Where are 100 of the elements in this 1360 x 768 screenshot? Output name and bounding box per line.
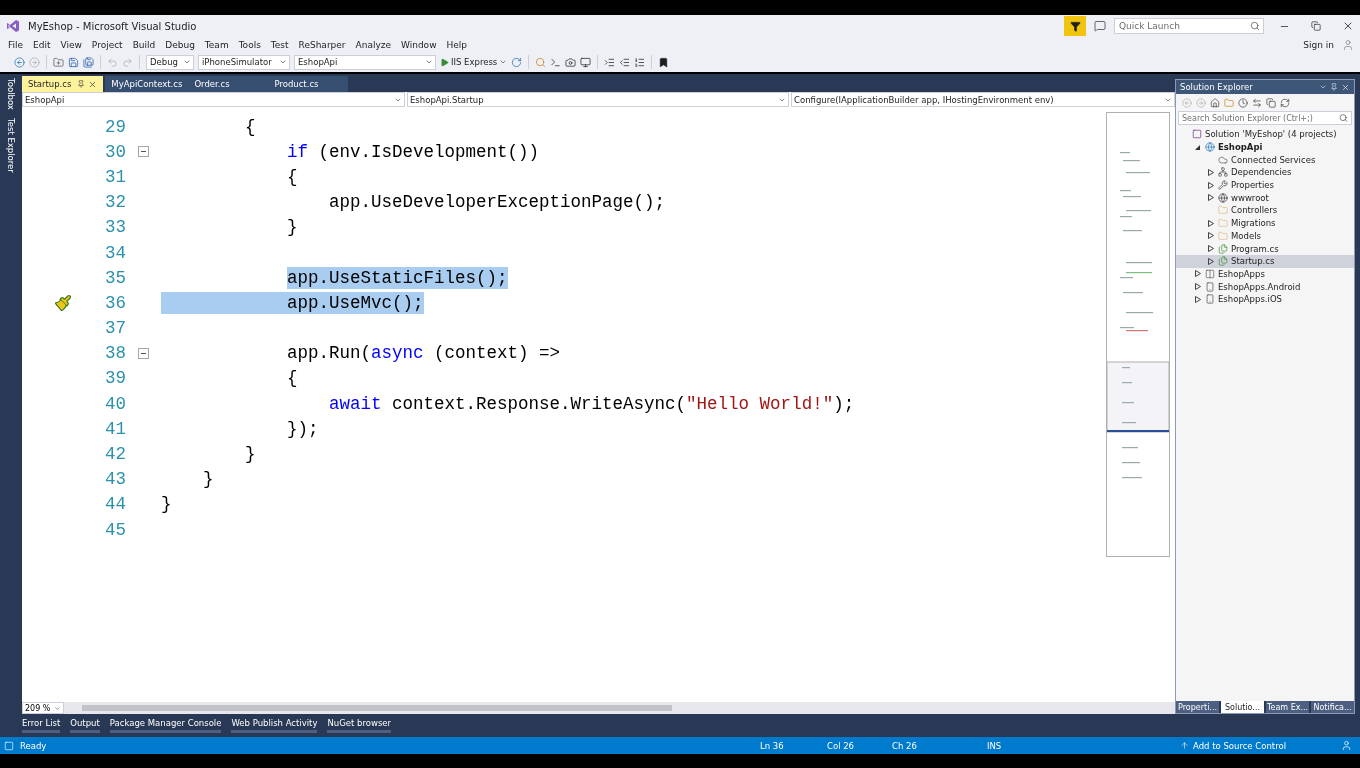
configuration-dropdown[interactable]: Debug bbox=[146, 54, 194, 70]
tree-item[interactable]: Properties bbox=[1176, 178, 1354, 192]
minimap-drawing[interactable] bbox=[1106, 112, 1170, 557]
panel-tab[interactable]: Properti... bbox=[1176, 701, 1219, 713]
document-tab[interactable]: Order.cs bbox=[188, 76, 269, 92]
outdent-icon[interactable] bbox=[619, 56, 631, 68]
search-field[interactable]: Search Solution Explorer (Ctrl+;) bbox=[1178, 111, 1352, 125]
user-icon[interactable] bbox=[1342, 38, 1354, 51]
panel-tab[interactable]: Solutio... bbox=[1221, 701, 1264, 713]
side-tab[interactable]: Test Explorer bbox=[6, 117, 16, 173]
menu-item[interactable]: Analyze bbox=[350, 39, 396, 50]
startup-project-dropdown[interactable]: EshopApi bbox=[294, 54, 436, 70]
tree-item[interactable]: Solution 'MyEshop' (4 projects) bbox=[1176, 128, 1354, 141]
pin-icon[interactable] bbox=[1330, 83, 1338, 91]
sign-in-link[interactable]: Sign in bbox=[1303, 39, 1334, 50]
user-icon[interactable] bbox=[1341, 740, 1352, 751]
close-icon[interactable] bbox=[1341, 82, 1350, 92]
clock-icon[interactable] bbox=[1238, 97, 1248, 108]
tool-window-tab[interactable]: Error List bbox=[22, 718, 61, 733]
restore-button[interactable] bbox=[1311, 21, 1321, 31]
list-icon[interactable] bbox=[634, 56, 646, 68]
caret-icon[interactable] bbox=[279, 58, 287, 66]
zoom-dropdown[interactable]: 209 % bbox=[22, 702, 64, 714]
menu-item[interactable]: File bbox=[3, 39, 29, 50]
new-project-icon[interactable] bbox=[53, 56, 64, 68]
caret-icon[interactable] bbox=[1319, 83, 1327, 91]
menu-item[interactable]: Test bbox=[265, 39, 294, 50]
tree-item[interactable]: Controllers bbox=[1176, 204, 1354, 217]
tree-item[interactable]: Connected Services bbox=[1176, 153, 1354, 167]
copy-icon[interactable] bbox=[1266, 97, 1276, 108]
run-button[interactable]: IIS Express bbox=[440, 57, 508, 67]
menu-item[interactable]: Help bbox=[441, 39, 473, 50]
expanded-arrow-icon[interactable] bbox=[1194, 143, 1201, 151]
bookmark-icon[interactable] bbox=[658, 56, 670, 68]
document-tab[interactable]: Startup.cs bbox=[22, 76, 104, 92]
tree-item[interactable]: Models bbox=[1176, 229, 1354, 243]
caret-icon[interactable] bbox=[54, 704, 61, 712]
pin-icon[interactable] bbox=[77, 80, 86, 88]
menu-item[interactable]: Debug bbox=[160, 39, 200, 50]
tool-window-tab[interactable]: NuGet browser bbox=[327, 718, 392, 733]
close-button[interactable] bbox=[1342, 20, 1354, 32]
tree-item[interactable]: Startup.cs bbox=[1176, 254, 1354, 268]
refresh-icon[interactable] bbox=[1280, 97, 1290, 108]
paintbrush-icon[interactable] bbox=[54, 293, 72, 312]
document-tab[interactable]: MyApiContext.cs bbox=[105, 76, 189, 92]
menu-item[interactable]: Team bbox=[199, 39, 234, 50]
terminal-icon[interactable] bbox=[550, 56, 562, 68]
platform-dropdown[interactable]: iPhoneSimulator bbox=[198, 54, 290, 70]
document-tab[interactable]: Product.cs bbox=[268, 76, 349, 92]
menu-item[interactable]: Tools bbox=[233, 39, 266, 50]
back-icon[interactable] bbox=[14, 56, 25, 68]
play-icon[interactable] bbox=[440, 57, 449, 67]
upload-arrow-icon[interactable] bbox=[1180, 741, 1189, 750]
tool-window-tab[interactable]: Output bbox=[70, 718, 100, 733]
tree-item[interactable]: Migrations bbox=[1176, 216, 1354, 230]
search-icon[interactable] bbox=[1339, 113, 1348, 123]
refresh-icon[interactable] bbox=[511, 56, 523, 68]
tree-item[interactable]: EshopApps.iOS bbox=[1176, 292, 1354, 306]
menu-item[interactable]: ReSharper bbox=[293, 39, 351, 50]
menu-item[interactable]: View bbox=[55, 39, 87, 50]
tool-window-tab[interactable]: Web Publish Activity bbox=[231, 718, 318, 733]
filter-icon[interactable] bbox=[1069, 20, 1081, 32]
save-icon[interactable] bbox=[68, 56, 79, 68]
monitor-icon[interactable] bbox=[580, 56, 592, 68]
collapse-icon[interactable] bbox=[138, 146, 149, 158]
home-icon[interactable] bbox=[1210, 97, 1220, 108]
panel-tab[interactable]: Team Ex... bbox=[1266, 701, 1309, 713]
indent-icon[interactable] bbox=[604, 56, 616, 68]
collapse-icon[interactable] bbox=[138, 347, 149, 359]
caret-icon[interactable] bbox=[183, 58, 191, 66]
tree-item[interactable]: Program.cs bbox=[1176, 242, 1354, 255]
tool-window-tab[interactable]: Package Manager Console bbox=[109, 718, 222, 733]
tree-item[interactable]: EshopApps bbox=[1176, 267, 1354, 281]
source-control-button[interactable]: Add to Source Control bbox=[1193, 740, 1286, 751]
project-dropdown[interactable]: EshopApi bbox=[22, 92, 405, 107]
caret-icon[interactable] bbox=[425, 58, 433, 66]
menu-item[interactable]: Window bbox=[396, 39, 442, 50]
notification-filter-button[interactable] bbox=[1064, 16, 1086, 36]
caret-icon[interactable] bbox=[499, 58, 508, 66]
horizontal-scrollbar[interactable] bbox=[82, 705, 672, 711]
save-all-icon[interactable] bbox=[83, 56, 94, 68]
tree-item[interactable]: EshopApps.Android bbox=[1176, 280, 1354, 293]
panel-tab[interactable]: Notifica... bbox=[1311, 701, 1354, 713]
quick-launch-field[interactable]: Quick Launch bbox=[1114, 18, 1264, 34]
tree-item[interactable]: EshopApi bbox=[1176, 140, 1354, 154]
menu-item[interactable]: Edit bbox=[28, 39, 56, 50]
search-icon[interactable] bbox=[1250, 21, 1260, 31]
menu-item[interactable]: Project bbox=[86, 39, 128, 50]
menu-item[interactable]: Build bbox=[127, 39, 161, 50]
type-dropdown[interactable]: EshopApi.Startup bbox=[407, 92, 789, 107]
side-tab[interactable]: Toolbox bbox=[6, 78, 16, 110]
tree-item[interactable]: wwwroot bbox=[1176, 191, 1354, 205]
folder-icon[interactable] bbox=[1224, 97, 1234, 108]
camera-icon[interactable] bbox=[565, 56, 577, 68]
close-icon[interactable] bbox=[88, 79, 98, 89]
member-dropdown[interactable]: Configure(IApplicationBuilder app, IHostingEnvironment env) bbox=[791, 92, 1175, 107]
find-icon[interactable] bbox=[535, 56, 547, 68]
sync-icon[interactable] bbox=[1252, 97, 1262, 108]
tree-item[interactable]: Dependencies bbox=[1176, 166, 1354, 179]
feedback-icon[interactable] bbox=[1094, 20, 1106, 32]
